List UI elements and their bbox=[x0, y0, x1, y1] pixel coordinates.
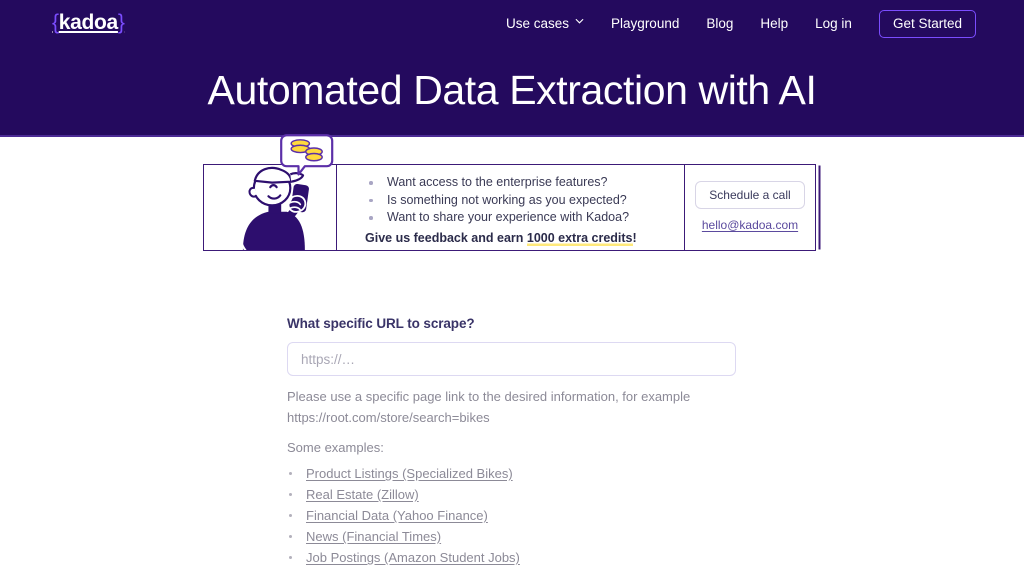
example-link-real-estate[interactable]: Real Estate (Zillow) bbox=[306, 487, 419, 502]
banner-bullet-list: Want access to the enterprise features? … bbox=[365, 174, 674, 227]
banner-bullet-item: Is something not working as you expected… bbox=[365, 192, 674, 210]
logo-wordmark: kadoa bbox=[58, 11, 119, 34]
nav-item-log-in[interactable]: Log in bbox=[815, 17, 852, 31]
feedback-highlight-text: 1000 extra credits bbox=[526, 230, 633, 246]
nav-item-playground[interactable]: Playground bbox=[611, 17, 679, 31]
list-item: Financial Data (Yahoo Finance) bbox=[287, 505, 736, 526]
kadoa-logo[interactable]: {kadoa} bbox=[52, 11, 125, 35]
example-link-financial-data[interactable]: Financial Data (Yahoo Finance) bbox=[306, 508, 488, 523]
example-link-product-listings[interactable]: Product Listings (Specialized Bikes) bbox=[306, 466, 513, 481]
site-header: {kadoa} Use cases Playground Blog Help L… bbox=[0, 0, 1024, 137]
banner-text-section: Want access to the enterprise features? … bbox=[337, 165, 684, 250]
nav-item-use-cases[interactable]: Use cases bbox=[506, 17, 584, 31]
logo-close-brace: } bbox=[117, 11, 125, 34]
url-input[interactable] bbox=[287, 342, 736, 376]
examples-title: Some examples: bbox=[287, 440, 384, 455]
nav-item-help[interactable]: Help bbox=[760, 17, 788, 31]
feedback-banner: Want access to the enterprise features? … bbox=[203, 134, 816, 251]
examples-list: Product Listings (Specialized Bikes) Rea… bbox=[287, 463, 736, 568]
nav-item-help-label: Help bbox=[760, 16, 789, 32]
feedback-credits-line: Give us feedback and earn 1000 extra cre… bbox=[365, 230, 674, 246]
nav-item-blog-label: Blog bbox=[706, 16, 734, 32]
get-started-button[interactable]: Get Started bbox=[878, 9, 976, 39]
nav-links-group: Use cases Playground Blog Help Log in Ge… bbox=[506, 9, 976, 39]
person-with-phone-icon bbox=[238, 134, 334, 250]
feedback-suffix-text: ! bbox=[632, 230, 637, 245]
schedule-a-call-button[interactable]: Schedule a call bbox=[695, 181, 805, 209]
url-scrape-form: What specific URL to scrape? Please use … bbox=[287, 316, 736, 568]
banner-bullet-item: Want access to the enterprise features? bbox=[365, 174, 674, 192]
nav-item-use-cases-label: Use cases bbox=[506, 16, 570, 32]
example-link-news[interactable]: News (Financial Times) bbox=[306, 529, 441, 544]
example-link-job-postings[interactable]: Job Postings (Amazon Student Jobs) bbox=[306, 550, 520, 565]
nav-item-playground-label: Playground bbox=[611, 16, 680, 32]
banner-cta-section: Schedule a call hello@kadoa.com bbox=[684, 165, 815, 250]
list-item: Real Estate (Zillow) bbox=[287, 484, 736, 505]
banner-bullet-item: Want to share your experience with Kadoa… bbox=[365, 209, 674, 227]
list-item: Job Postings (Amazon Student Jobs) bbox=[287, 547, 736, 568]
logo-open-brace: { bbox=[52, 11, 59, 34]
feedback-prefix-text: Give us feedback and earn bbox=[365, 230, 527, 245]
list-item: Product Listings (Specialized Bikes) bbox=[287, 463, 736, 484]
url-helper-text: Please use a specific page link to the d… bbox=[287, 389, 691, 425]
top-navigation-bar: {kadoa} Use cases Playground Blog Help L… bbox=[0, 0, 1024, 47]
contact-email-link[interactable]: hello@kadoa.com bbox=[702, 218, 798, 232]
list-item: News (Financial Times) bbox=[287, 526, 736, 547]
nav-item-log-in-label: Log in bbox=[815, 16, 852, 32]
coins-speech-bubble-icon bbox=[280, 134, 334, 176]
page-title: Automated Data Extraction with AI bbox=[207, 67, 817, 113]
chevron-down-icon bbox=[575, 18, 584, 27]
banner-illustration bbox=[204, 134, 337, 250]
nav-item-blog[interactable]: Blog bbox=[706, 17, 733, 31]
url-field-label: What specific URL to scrape? bbox=[287, 316, 475, 331]
